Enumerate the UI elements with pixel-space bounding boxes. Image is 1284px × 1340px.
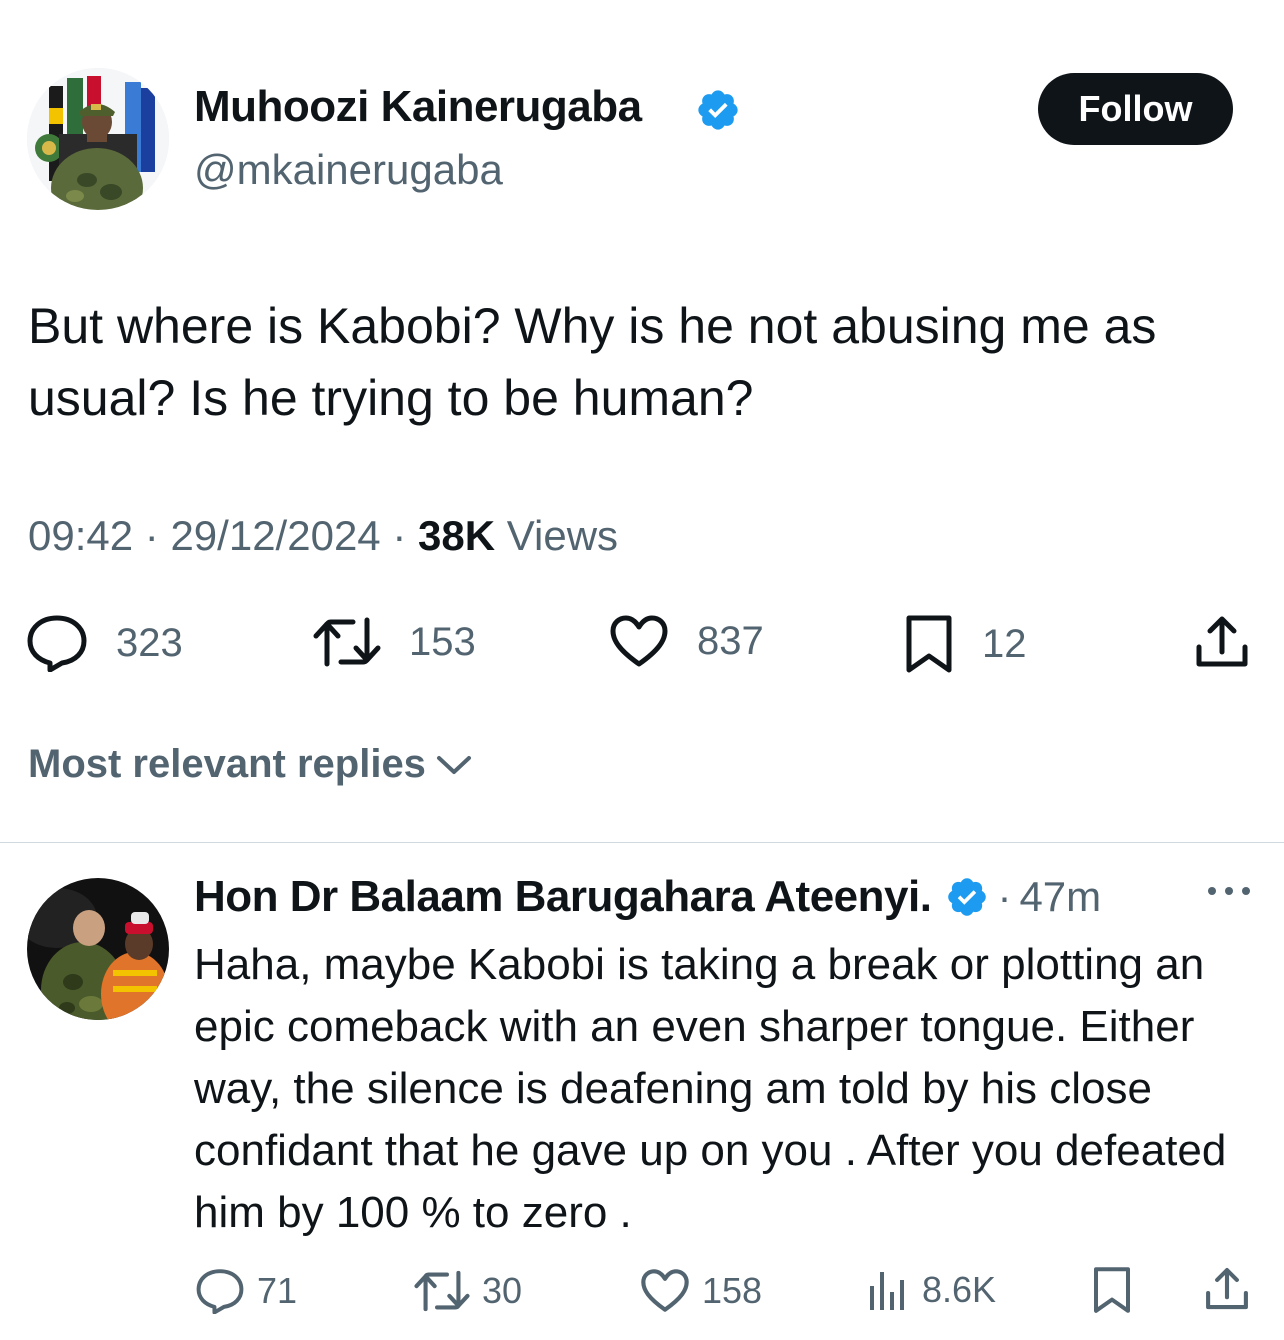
bar-chart-icon — [866, 1268, 910, 1312]
like-button[interactable]: 837 — [609, 614, 764, 668]
reply-share-button[interactable] — [1204, 1266, 1250, 1312]
bookmark-icon — [1092, 1266, 1132, 1314]
reply-author-name[interactable]: Hon Dr Balaam Barugahara Ateenyi. — [194, 872, 932, 922]
verified-badge-icon — [945, 875, 989, 919]
reply-header: Hon Dr Balaam Barugahara Ateenyi. · 47m — [194, 872, 1101, 922]
bookmark-icon — [904, 614, 954, 674]
reply-count: 323 — [116, 620, 183, 665]
reply-retweet-button[interactable]: 30 — [414, 1268, 522, 1314]
speech-bubble-icon — [195, 1268, 245, 1314]
meta-separator: · — [144, 512, 159, 559]
verified-badge-icon — [695, 87, 741, 133]
reply-like-count: 158 — [702, 1269, 763, 1311]
reply-time[interactable]: 47m — [1019, 873, 1101, 921]
reply-author-avatar[interactable] — [27, 878, 169, 1020]
bookmark-button[interactable]: 12 — [904, 614, 1027, 674]
reply-views-count: 8.6K — [922, 1269, 997, 1310]
tweet-time[interactable]: 09:42 — [28, 512, 133, 559]
chevron-down-icon — [436, 754, 472, 776]
share-button[interactable] — [1194, 614, 1250, 670]
divider — [0, 842, 1284, 843]
views-label: Views — [506, 512, 619, 559]
retweet-icon — [414, 1268, 470, 1314]
reply-retweet-count: 30 — [482, 1270, 523, 1311]
meta-separator: · — [392, 512, 407, 559]
reply-button[interactable]: 323 — [26, 614, 183, 672]
share-icon — [1194, 614, 1250, 670]
retweet-count: 153 — [409, 619, 476, 664]
replies-sort-dropdown[interactable]: Most relevant replies — [28, 742, 472, 787]
retweet-button[interactable]: 153 — [313, 614, 476, 670]
tweet-meta: 09:42 · 29/12/2024 · 38K Views — [28, 512, 618, 560]
follow-button[interactable]: Follow — [1038, 73, 1233, 145]
author-name[interactable]: Muhoozi Kainerugaba — [194, 82, 642, 132]
heart-icon — [609, 614, 669, 668]
share-icon — [1204, 1266, 1250, 1312]
like-count: 837 — [697, 618, 764, 663]
author-handle[interactable]: @mkainerugaba — [194, 146, 503, 194]
retweet-icon — [313, 614, 381, 670]
speech-bubble-icon — [26, 614, 88, 672]
reply-bookmark-button[interactable] — [1092, 1266, 1132, 1314]
author-avatar[interactable] — [27, 68, 169, 210]
tweet-date[interactable]: 29/12/2024 — [170, 512, 380, 559]
reply-text: Haha, maybe Kabobi is taking a break or … — [194, 940, 1227, 1237]
reply-views-button[interactable]: 8.6K — [866, 1268, 996, 1312]
meta-separator: · — [997, 873, 1012, 920]
views-count: 38K — [418, 512, 496, 559]
reply-reply-button[interactable]: 71 — [195, 1268, 297, 1314]
reply-like-button[interactable]: 158 — [640, 1268, 762, 1313]
heart-icon — [640, 1268, 690, 1313]
sort-label: Most relevant replies — [28, 742, 426, 786]
bookmark-count: 12 — [982, 621, 1027, 666]
tweet-text: But where is Kabobi? Why is he not abusi… — [28, 298, 1157, 426]
more-dots-icon[interactable] — [1206, 884, 1252, 898]
reply-reply-count: 71 — [257, 1270, 298, 1311]
